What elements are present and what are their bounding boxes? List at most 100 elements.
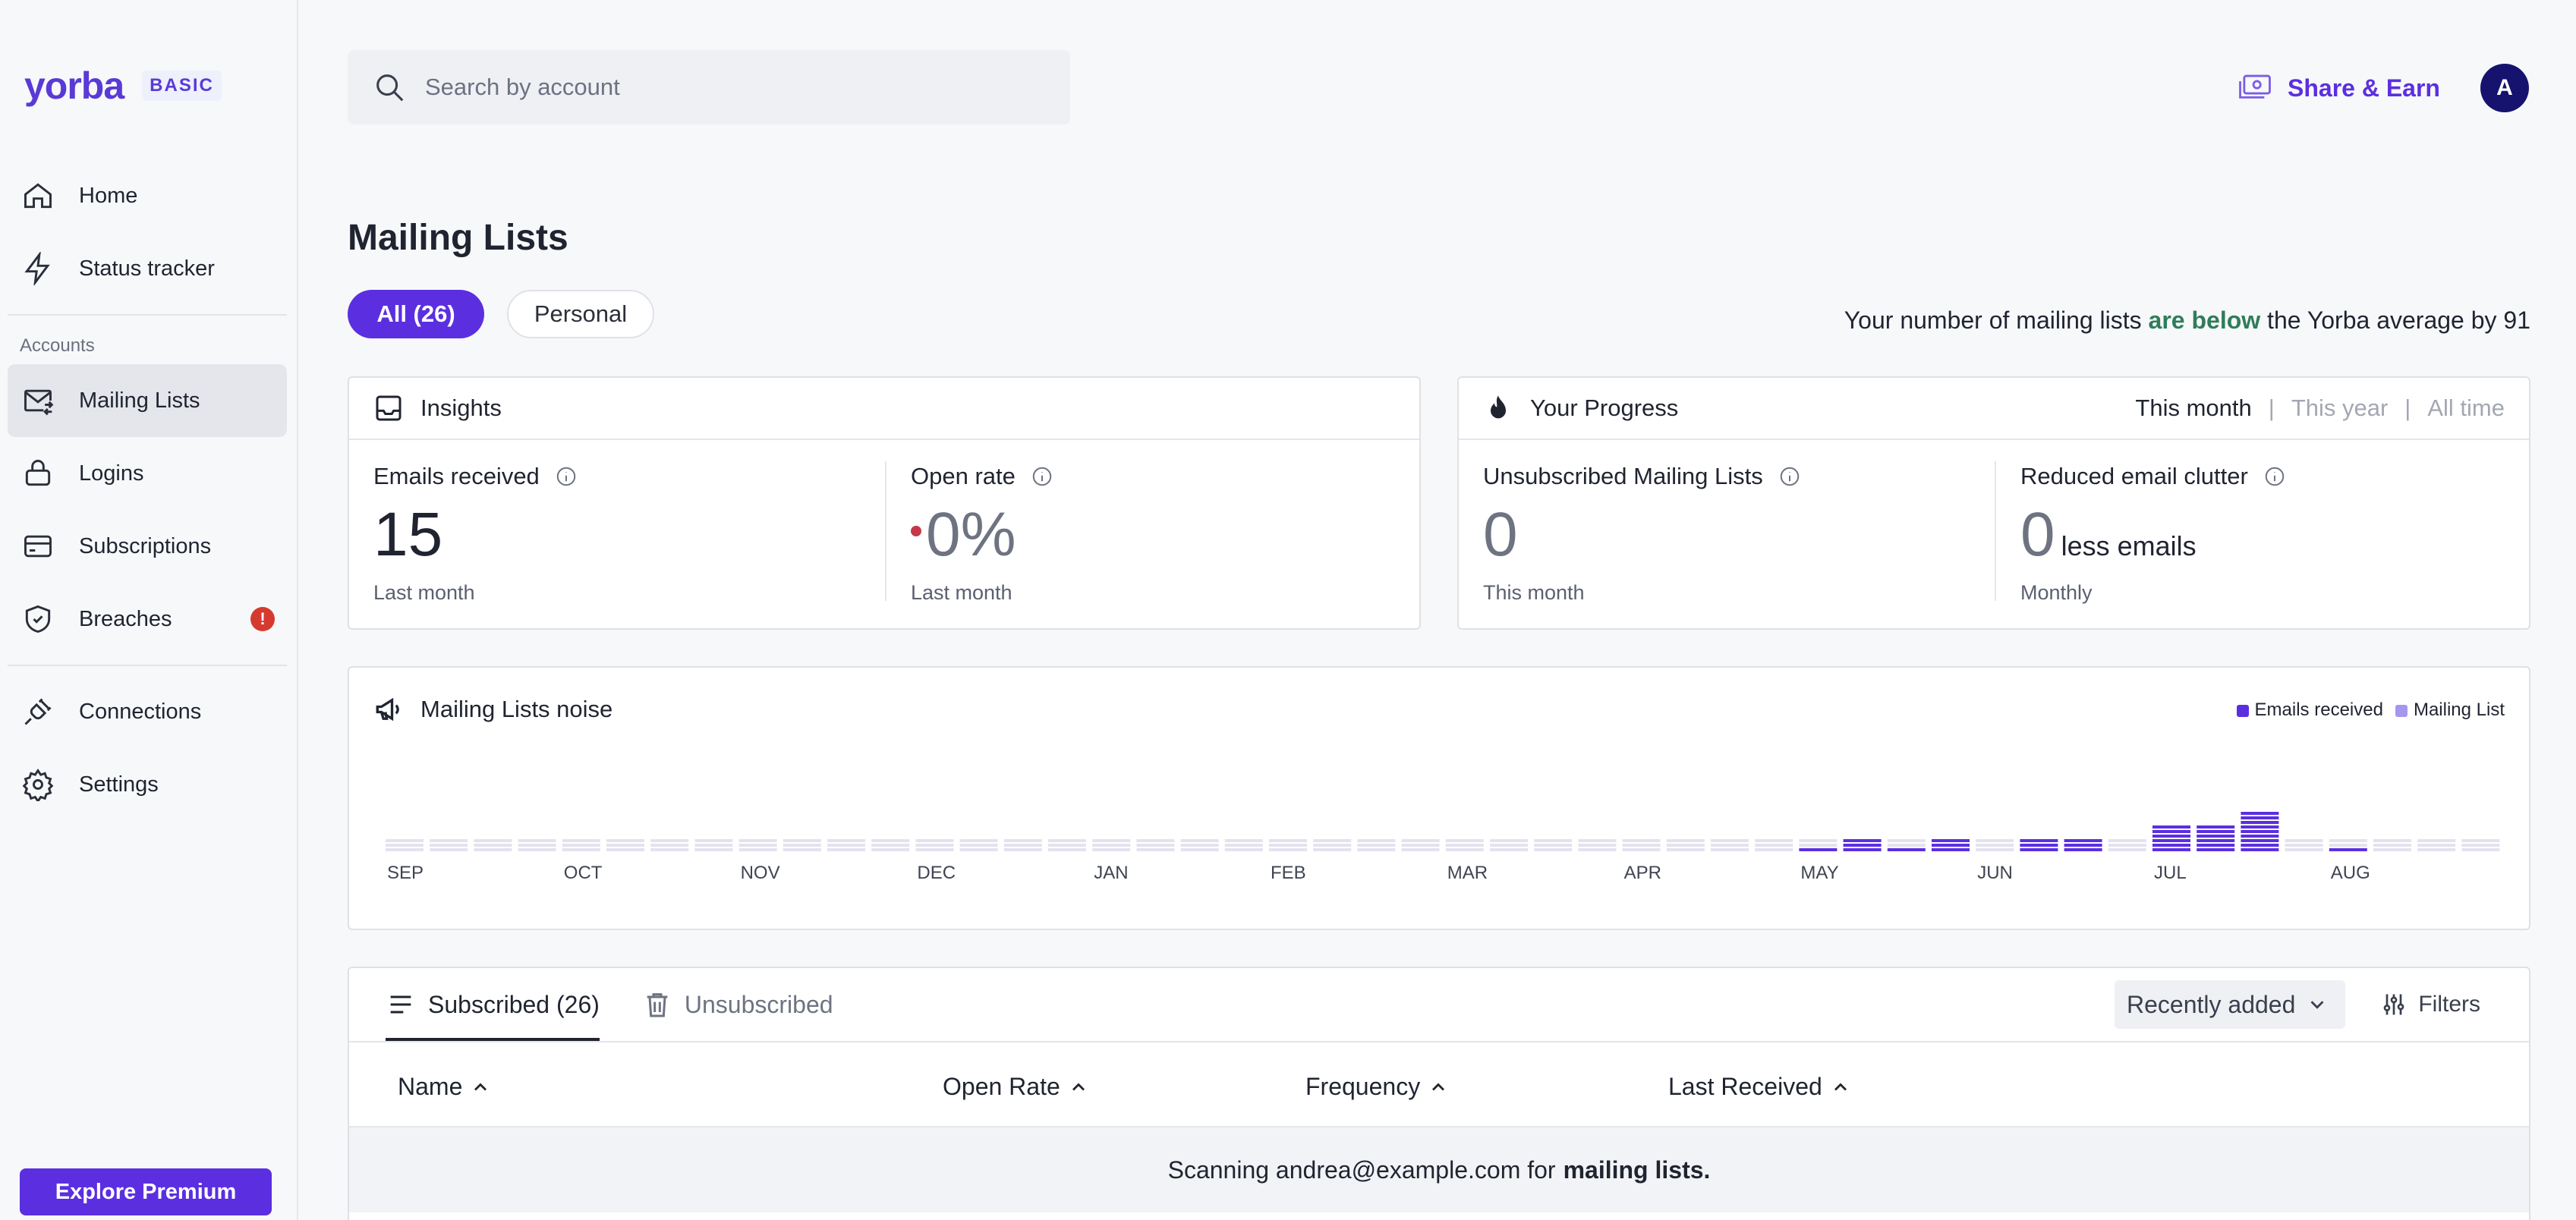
column-header-frequency[interactable]: Frequency — [1305, 1073, 1449, 1101]
chart-bar[interactable] — [2064, 839, 2102, 851]
sidebar-item-settings[interactable]: Settings — [8, 748, 287, 821]
chart-bar[interactable] — [738, 839, 777, 851]
info-icon[interactable] — [555, 465, 578, 488]
filter-all-pill[interactable]: All (26) — [348, 290, 484, 338]
chart-bar[interactable] — [1843, 839, 1882, 851]
sidebar-item-mailing-lists[interactable]: Mailing Lists — [8, 364, 287, 437]
divider — [1995, 461, 1996, 601]
tab-all-time[interactable]: All time — [2427, 395, 2505, 422]
chart-bar-segment — [1932, 848, 1970, 851]
filter-personal-pill[interactable]: Personal — [507, 290, 654, 338]
chart-bar[interactable] — [694, 839, 733, 851]
chart-bar[interactable] — [2152, 825, 2190, 851]
chart-bar[interactable] — [1136, 839, 1175, 851]
chart-bar[interactable] — [1401, 839, 1440, 851]
chart-bar-segment — [386, 848, 424, 851]
sidebar-item-status-tracker[interactable]: Status tracker — [8, 232, 287, 305]
chart-bar[interactable] — [1180, 839, 1219, 851]
column-header-last-received[interactable]: Last Received — [1668, 1073, 1851, 1101]
chart-bar-segment — [915, 844, 954, 847]
chart-bar[interactable] — [1976, 839, 2014, 851]
chart-bar[interactable] — [1490, 839, 1528, 851]
chart-bar-segment — [827, 839, 865, 842]
chart-bar[interactable] — [2241, 812, 2279, 851]
search-input[interactable] — [425, 74, 1032, 101]
chart-bar[interactable] — [1269, 839, 1307, 851]
chart-bar[interactable] — [1534, 839, 1573, 851]
info-icon[interactable] — [1778, 465, 1801, 488]
column-header-open-rate[interactable]: Open Rate — [943, 1073, 1089, 1101]
chart-bar[interactable] — [2329, 839, 2367, 851]
chart-bar[interactable] — [1313, 839, 1352, 851]
chart-bar-segment — [1313, 844, 1352, 847]
chart-bar[interactable] — [1799, 839, 1838, 851]
chart-bar-segment — [1048, 839, 1086, 842]
chart-bar[interactable] — [1755, 839, 1793, 851]
chart-bar[interactable] — [650, 839, 689, 851]
chart-bar[interactable] — [1445, 839, 1484, 851]
sidebar-item-subscriptions[interactable]: Subscriptions — [8, 510, 287, 583]
chart-bar-segment — [1357, 839, 1396, 842]
chart-bar[interactable] — [2020, 839, 2058, 851]
chart-bar[interactable] — [1666, 839, 1705, 851]
table-header-row: Name Open Rate Frequency Last Received — [349, 1041, 2529, 1127]
chart-bar[interactable] — [2285, 839, 2323, 851]
chart-bar[interactable] — [1048, 839, 1086, 851]
chart-bar[interactable] — [1092, 839, 1131, 851]
chart-bar[interactable] — [2417, 839, 2456, 851]
chart-bar[interactable] — [2373, 839, 2411, 851]
chart-bar-segment — [2241, 825, 2279, 829]
info-icon[interactable] — [2263, 465, 2286, 488]
x-tick-label: JUL — [2154, 863, 2187, 883]
x-tick-label: DEC — [917, 863, 956, 883]
logo[interactable]: yorba BASIC — [24, 64, 222, 108]
tab-unsubscribed[interactable]: Unsubscribed — [642, 968, 833, 1041]
chart-bar[interactable] — [915, 839, 954, 851]
tab-subscribed[interactable]: Subscribed (26) — [386, 968, 600, 1041]
chart-bar[interactable] — [871, 839, 910, 851]
chart-bar[interactable] — [783, 839, 821, 851]
chart-bar[interactable] — [1578, 839, 1617, 851]
search-bar[interactable] — [348, 50, 1070, 124]
sidebar-item-home[interactable]: Home — [8, 159, 287, 232]
chart-bar-segment — [1711, 848, 1749, 851]
chart-bar-segment — [474, 848, 512, 851]
share-earn-button[interactable]: Share & Earn — [2237, 73, 2440, 103]
chart-bar[interactable] — [2108, 839, 2146, 851]
chart-bar[interactable] — [518, 839, 556, 851]
chart-bar[interactable] — [1887, 839, 1926, 851]
chart-bar[interactable] — [474, 839, 512, 851]
chart-bar[interactable] — [562, 839, 600, 851]
chart-bar[interactable] — [1711, 839, 1749, 851]
chart-bar[interactable] — [1003, 839, 1042, 851]
lock-icon — [25, 460, 51, 486]
tab-this-month[interactable]: This month — [2135, 395, 2251, 422]
sidebar-item-breaches[interactable]: Breaches ! — [8, 583, 287, 656]
chart-bar[interactable] — [959, 839, 998, 851]
chart-bar[interactable] — [1224, 839, 1263, 851]
chart-bar[interactable] — [1622, 839, 1661, 851]
avatar[interactable]: A — [2480, 64, 2529, 112]
sidebar-item-connections[interactable]: Connections — [8, 675, 287, 748]
sort-dropdown[interactable]: Recently added — [2115, 980, 2345, 1029]
filters-button[interactable]: Filters — [2380, 991, 2480, 1018]
chart-bar[interactable] — [827, 839, 865, 851]
chart-bar[interactable] — [386, 839, 424, 851]
info-icon[interactable] — [1031, 465, 1053, 488]
column-header-name[interactable]: Name — [398, 1073, 491, 1101]
clutter-value: 0 — [2020, 500, 2055, 569]
chart-bar[interactable] — [430, 839, 468, 851]
tab-this-year[interactable]: This year — [2291, 395, 2388, 422]
chart-bar-segment — [2241, 812, 2279, 815]
chart-bar[interactable] — [1932, 839, 1970, 851]
chart-bar[interactable] — [2197, 825, 2235, 851]
chart-bar[interactable] — [606, 839, 644, 851]
trash-icon — [647, 993, 668, 1017]
sidebar-item-logins[interactable]: Logins — [8, 437, 287, 510]
chart-bar-segment — [2197, 835, 2235, 838]
chart-bar[interactable] — [2461, 839, 2500, 851]
column-label: Name — [398, 1073, 463, 1100]
chart-bar[interactable] — [1357, 839, 1396, 851]
sidebar-item-label: Mailing Lists — [79, 388, 200, 413]
explore-premium-button[interactable]: Explore Premium — [20, 1168, 272, 1215]
